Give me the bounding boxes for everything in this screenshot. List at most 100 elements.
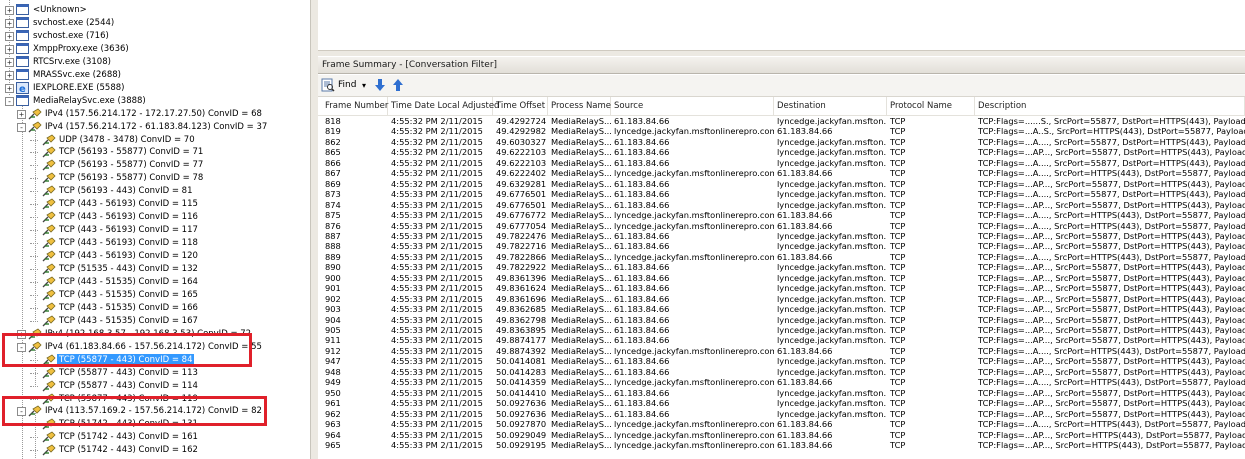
frame-row[interactable]: 876 4:55:33 PM 2/11/2015 49.6777054 MediaRe… bbox=[318, 221, 1245, 231]
tree-item[interactable]: + svchost.exe (716) bbox=[0, 29, 308, 43]
frame-cell: TCP bbox=[890, 356, 906, 367]
arrow-up-icon[interactable] bbox=[392, 78, 404, 93]
frame-row[interactable]: 869 4:55:32 PM 2/11/2015 49.6329281 MediaRe… bbox=[318, 179, 1245, 189]
frame-row[interactable]: 862 4:55:32 PM 2/11/2015 49.6030327 MediaRe… bbox=[318, 137, 1245, 147]
arrow-down-icon[interactable] bbox=[374, 78, 386, 93]
column-header[interactable]: Time Offset bbox=[493, 97, 548, 115]
frame-row[interactable]: 875 4:55:33 PM 2/11/2015 49.6776772 MediaRe… bbox=[318, 210, 1245, 220]
frame-list[interactable]: 818 4:55:32 PM 2/11/2015 49.4292724 MediaRe… bbox=[318, 116, 1245, 459]
frame-cell: lyncedge.jackyfan.msfton... bbox=[777, 293, 887, 304]
column-header[interactable]: Description bbox=[975, 97, 1245, 115]
tree-item[interactable]: TCP (443 - 56193) ConvID = 120 bbox=[0, 250, 308, 263]
tree-item[interactable]: + e IEXPLORE.EXE (5588) bbox=[0, 81, 308, 95]
frame-row[interactable]: 912 4:55:33 PM 2/11/2015 49.8874392 MediaRe… bbox=[318, 346, 1245, 356]
tree-item[interactable]: TCP (55877 - 443) ConvID = 114 bbox=[0, 380, 308, 393]
column-header[interactable]: Process Name bbox=[548, 97, 611, 115]
frame-row[interactable]: 905 4:55:33 PM 2/11/2015 49.8363895 MediaRe… bbox=[318, 325, 1245, 335]
frame-row[interactable]: 873 4:55:33 PM 2/11/2015 49.6776501 MediaRe… bbox=[318, 189, 1245, 199]
frame-row[interactable]: 900 4:55:33 PM 2/11/2015 49.8361396 MediaRe… bbox=[318, 273, 1245, 283]
tree-item[interactable]: TCP (443 - 56193) ConvID = 117 bbox=[0, 224, 308, 237]
tree-item[interactable]: - MediaRelaySvc.exe (3888) bbox=[0, 94, 308, 108]
column-header[interactable]: Source bbox=[611, 97, 774, 115]
tree-item[interactable]: + XmppProxy.exe (3636) bbox=[0, 42, 308, 56]
expand-icon[interactable]: + bbox=[5, 44, 14, 54]
frame-row[interactable]: 949 4:55:33 PM 2/11/2015 50.0414359 MediaRe… bbox=[318, 377, 1245, 387]
tree-item[interactable]: TCP (443 - 51535) ConvID = 166 bbox=[0, 302, 308, 315]
tree-item-label: RTCSrv.exe (3108) bbox=[33, 56, 111, 67]
tree-item[interactable]: - IPv4 (157.56.214.172 - 61.183.84.123) C… bbox=[0, 121, 308, 134]
collapse-icon[interactable]: - bbox=[5, 96, 14, 106]
tree-item[interactable]: UDP (3478 - 3478) ConvID = 70 bbox=[0, 133, 308, 147]
tree-item-label: MediaRelaySvc.exe (3888) bbox=[33, 95, 146, 106]
frame-row[interactable]: 964 4:55:33 PM 2/11/2015 50.0929049 MediaRe… bbox=[318, 430, 1245, 440]
column-header[interactable]: Protocol Name bbox=[887, 97, 975, 115]
frame-row[interactable]: 902 4:55:33 PM 2/11/2015 49.8361696 MediaRe… bbox=[318, 294, 1245, 304]
expand-icon[interactable]: + bbox=[5, 18, 14, 28]
frame-row[interactable]: 962 4:55:33 PM 2/11/2015 50.0927636 MediaRe… bbox=[318, 409, 1245, 419]
tree-item[interactable]: + <Unknown> bbox=[0, 4, 308, 17]
expand-icon[interactable]: + bbox=[5, 70, 14, 80]
tree-item[interactable]: TCP (443 - 51535) ConvID = 167 bbox=[0, 315, 308, 328]
frame-cell: 4:55:33 PM 2/11/2015 bbox=[391, 210, 483, 221]
frame-row[interactable]: 890 4:55:33 PM 2/11/2015 49.7822922 MediaRe… bbox=[318, 262, 1245, 272]
frame-row[interactable]: 950 4:55:33 PM 2/11/2015 50.0414410 MediaRe… bbox=[318, 388, 1245, 398]
frame-row[interactable]: 866 4:55:32 PM 2/11/2015 49.6222103 MediaRe… bbox=[318, 158, 1245, 168]
find-button[interactable]: Find bbox=[338, 78, 356, 93]
tree-item[interactable]: TCP (443 - 56193) ConvID = 116 bbox=[0, 211, 308, 224]
tree-item[interactable]: TCP (51742 - 443) ConvID = 162 bbox=[0, 444, 308, 457]
frame-row[interactable]: 911 4:55:33 PM 2/11/2015 49.8874177 MediaRe… bbox=[318, 335, 1245, 345]
frame-row[interactable]: 903 4:55:33 PM 2/11/2015 49.8362685 MediaRe… bbox=[318, 304, 1245, 314]
tree-item[interactable]: TCP (56193 - 443) ConvID = 81 bbox=[0, 185, 308, 198]
frame-row[interactable]: 874 4:55:33 PM 2/11/2015 49.6776501 MediaRe… bbox=[318, 200, 1245, 210]
expand-icon[interactable]: + bbox=[5, 31, 14, 41]
expand-icon[interactable]: + bbox=[5, 57, 14, 67]
tree-item[interactable]: + IPv4 (157.56.214.172 - 172.17.27.50) Co… bbox=[0, 108, 308, 121]
tree-item[interactable]: + MRASSvc.exe (2688) bbox=[0, 68, 308, 82]
frame-cell: 49.8874177 bbox=[496, 335, 547, 346]
tree-item[interactable]: TCP (51535 - 443) ConvID = 132 bbox=[0, 263, 308, 276]
tree-item[interactable]: TCP (55877 - 443) ConvID = 113 bbox=[0, 367, 308, 380]
frame-cell: MediaRelayS... bbox=[551, 251, 611, 262]
frame-row[interactable]: 888 4:55:33 PM 2/11/2015 49.7822716 MediaRe… bbox=[318, 241, 1245, 251]
frame-row[interactable]: 818 4:55:32 PM 2/11/2015 49.4292724 MediaRe… bbox=[318, 116, 1245, 126]
frame-row[interactable]: 965 4:55:33 PM 2/11/2015 50.0929195 MediaRe… bbox=[318, 440, 1245, 450]
frame-cell: MediaRelayS... bbox=[551, 272, 611, 283]
tree-item[interactable]: + RTCSrv.exe (3108) bbox=[0, 55, 308, 69]
frame-cell: TCP bbox=[890, 262, 906, 273]
frame-row[interactable]: 961 4:55:33 PM 2/11/2015 50.0927636 MediaRe… bbox=[318, 398, 1245, 408]
collapse-icon[interactable]: - bbox=[17, 122, 26, 132]
frame-row[interactable]: 904 4:55:33 PM 2/11/2015 49.8362798 MediaRe… bbox=[318, 315, 1245, 325]
find-icon[interactable] bbox=[321, 78, 335, 93]
frame-cell: 61.183.84.66 bbox=[777, 220, 833, 231]
tree-item[interactable]: TCP (443 - 56193) ConvID = 118 bbox=[0, 237, 308, 250]
frame-row[interactable]: 889 4:55:33 PM 2/11/2015 49.7822866 MediaRe… bbox=[318, 252, 1245, 262]
tree-item[interactable]: TCP (56193 - 55877) ConvID = 71 bbox=[0, 146, 308, 159]
frame-cell: 4:55:32 PM 2/11/2015 bbox=[391, 136, 483, 147]
frame-row[interactable]: 901 4:55:33 PM 2/11/2015 49.8361624 MediaRe… bbox=[318, 283, 1245, 293]
horizontal-splitter[interactable] bbox=[318, 50, 1245, 56]
column-header[interactable]: Frame Number bbox=[322, 97, 388, 115]
frame-cell: 900 bbox=[325, 272, 341, 283]
frame-row[interactable]: 819 4:55:32 PM 2/11/2015 49.4292982 MediaRe… bbox=[318, 126, 1245, 136]
frame-row[interactable]: 948 4:55:33 PM 2/11/2015 50.0414283 MediaRe… bbox=[318, 367, 1245, 377]
frame-row[interactable]: 947 4:55:33 PM 2/11/2015 50.0414081 MediaRe… bbox=[318, 356, 1245, 366]
frame-row[interactable]: 867 4:55:32 PM 2/11/2015 49.6222402 MediaRe… bbox=[318, 168, 1245, 178]
column-header[interactable]: Destination bbox=[774, 97, 887, 115]
tree-item[interactable]: TCP (443 - 56193) ConvID = 115 bbox=[0, 198, 308, 211]
conversation-tree[interactable]: + <Unknown> + svchost.exe (2544) + svchost.ex… bbox=[0, 0, 308, 459]
expand-icon[interactable]: + bbox=[17, 109, 26, 119]
frame-cell: 4:55:33 PM 2/11/2015 bbox=[391, 189, 483, 200]
expand-icon[interactable]: + bbox=[5, 83, 14, 93]
tree-item[interactable]: + svchost.exe (2544) bbox=[0, 16, 308, 30]
tree-item[interactable]: TCP (51742 - 443) ConvID = 161 bbox=[0, 431, 308, 444]
expand-icon[interactable]: + bbox=[5, 6, 14, 15]
column-header[interactable]: Time Date Local Adjusted bbox=[388, 97, 499, 115]
tree-item[interactable]: TCP (443 - 51535) ConvID = 165 bbox=[0, 289, 308, 302]
frame-row[interactable]: 963 4:55:33 PM 2/11/2015 50.0927870 MediaRe… bbox=[318, 419, 1245, 429]
find-dropdown-icon[interactable]: ▾ bbox=[362, 78, 366, 93]
tree-item[interactable]: TCP (56193 - 55877) ConvID = 78 bbox=[0, 172, 308, 185]
frame-row[interactable]: 887 4:55:33 PM 2/11/2015 49.7822476 MediaRe… bbox=[318, 231, 1245, 241]
frame-row[interactable]: 865 4:55:32 PM 2/11/2015 49.6222103 MediaRe… bbox=[318, 147, 1245, 157]
tree-item[interactable]: TCP (56193 - 55877) ConvID = 77 bbox=[0, 159, 308, 172]
tree-item[interactable]: TCP (443 - 51535) ConvID = 164 bbox=[0, 276, 308, 289]
